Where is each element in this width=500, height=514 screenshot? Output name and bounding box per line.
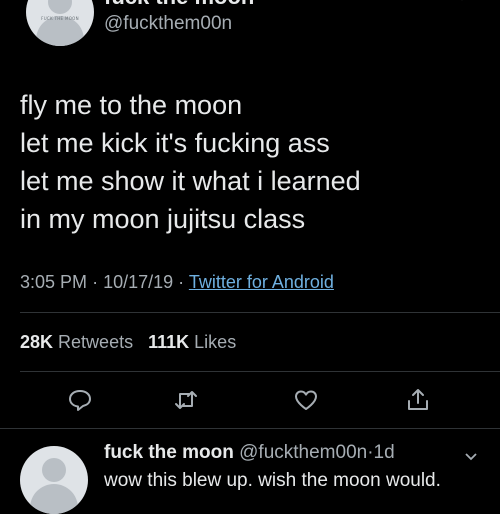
reply-time[interactable]: 1d bbox=[374, 442, 395, 463]
share-icon[interactable] bbox=[404, 386, 432, 414]
tweet-line: fly me to the moon bbox=[20, 90, 243, 120]
likes-stat[interactable]: 111K Likes bbox=[148, 332, 236, 352]
tweet-line: let me show it what i learned bbox=[20, 166, 361, 196]
reply-display-name[interactable]: fuck the moon bbox=[104, 442, 234, 463]
user-handle[interactable]: @fuckthem00n bbox=[104, 13, 232, 35]
likes-count: 111K bbox=[148, 332, 190, 352]
tweet-text: fly me to the moon let me kick it's fuck… bbox=[20, 86, 490, 238]
avatar-head bbox=[48, 0, 72, 14]
avatar[interactable] bbox=[20, 446, 88, 514]
reply-text: wow this blew up. wish the moon would. bbox=[104, 470, 441, 491]
divider bbox=[0, 428, 500, 429]
retweets-label: Retweets bbox=[58, 332, 134, 352]
tweet-meta: 3:05 PM · 10/17/19 · Twitter for Android bbox=[20, 272, 334, 293]
divider bbox=[20, 312, 500, 313]
chevron-down-icon[interactable] bbox=[464, 450, 478, 464]
avatar-body bbox=[30, 484, 78, 514]
chevron-down-icon[interactable] bbox=[455, 0, 469, 4]
likes-label: Likes bbox=[194, 332, 237, 352]
retweet-icon[interactable] bbox=[172, 386, 200, 414]
tweet-date: 10/17/19 bbox=[103, 272, 174, 292]
tweet-line: in my moon jujitsu class bbox=[20, 204, 306, 234]
action-bar bbox=[0, 386, 500, 416]
reply-handle[interactable]: @fuckthem00n bbox=[239, 442, 367, 463]
divider bbox=[20, 371, 500, 372]
tweet-source-link[interactable]: Twitter for Android bbox=[189, 272, 334, 292]
display-name[interactable]: fuck the moon bbox=[104, 0, 254, 10]
avatar[interactable]: FUCK THE MOON bbox=[26, 0, 94, 46]
like-icon[interactable] bbox=[292, 386, 320, 414]
retweets-stat[interactable]: 28K Retweets bbox=[20, 332, 133, 352]
avatar-caption: FUCK THE MOON bbox=[41, 16, 79, 21]
tweet-stats: 28K Retweets 111K Likes bbox=[20, 332, 236, 353]
meta-separator: · bbox=[178, 272, 185, 292]
meta-separator: · bbox=[92, 272, 99, 292]
reply-icon[interactable] bbox=[66, 386, 94, 414]
reply-header: fuck the moon @fuckthem00n·1d bbox=[104, 442, 395, 464]
tweet-line: let me kick it's fucking ass bbox=[20, 128, 330, 158]
tweet-time: 3:05 PM bbox=[20, 272, 88, 292]
retweets-count: 28K bbox=[20, 332, 54, 352]
reply-tweet[interactable]: fuck the moon @fuckthem00n·1d wow this b… bbox=[0, 430, 500, 514]
tweet-header: FUCK THE MOON fuck the moon @fuckthem00n bbox=[0, 0, 500, 52]
avatar-head bbox=[42, 458, 66, 482]
